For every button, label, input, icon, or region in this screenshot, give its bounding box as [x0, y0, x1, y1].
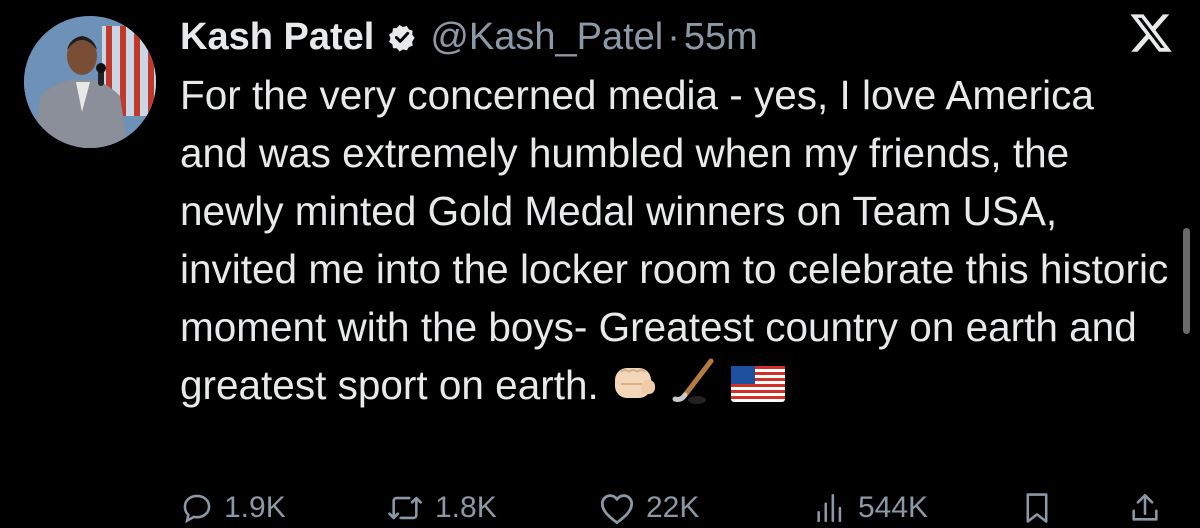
avatar[interactable]: [24, 16, 156, 148]
separator-dot: ·: [667, 15, 680, 58]
reply-icon: [180, 491, 214, 525]
action-bar: 1.9K 1.8K 22K 544K: [0, 488, 1200, 528]
share-icon: [1128, 491, 1162, 525]
fist-emoji: [611, 359, 659, 417]
bookmark-icon: [1022, 491, 1052, 525]
hockey-stick-emoji: [671, 357, 719, 420]
like-count: 22K: [646, 491, 700, 524]
reply-button[interactable]: 1.9K: [180, 488, 286, 528]
scrollbar[interactable]: [1183, 228, 1190, 334]
reply-count: 1.9K: [224, 491, 286, 524]
share-button[interactable]: [1128, 488, 1162, 528]
repost-button[interactable]: 1.8K: [385, 488, 497, 528]
repost-icon: [385, 491, 425, 525]
display-name[interactable]: Kash Patel: [180, 16, 374, 59]
tweet-header: Kash Patel @Kash_Patel · 55m: [180, 12, 758, 62]
bookmark-button[interactable]: [1022, 488, 1052, 528]
verified-badge-icon: [384, 19, 420, 55]
handle[interactable]: @Kash_Patel: [430, 16, 663, 59]
views-icon: [812, 491, 848, 525]
like-button[interactable]: 22K: [598, 488, 699, 528]
views-count: 544K: [858, 491, 929, 524]
repost-count: 1.8K: [435, 491, 497, 524]
views-button[interactable]: 544K: [812, 488, 928, 528]
us-flag-emoji: [730, 359, 785, 417]
x-logo-icon[interactable]: [1128, 10, 1174, 56]
like-icon: [598, 491, 636, 525]
timestamp[interactable]: 55m: [684, 16, 758, 59]
tweet-text: For the very concerned media - yes, I lo…: [180, 66, 1170, 420]
